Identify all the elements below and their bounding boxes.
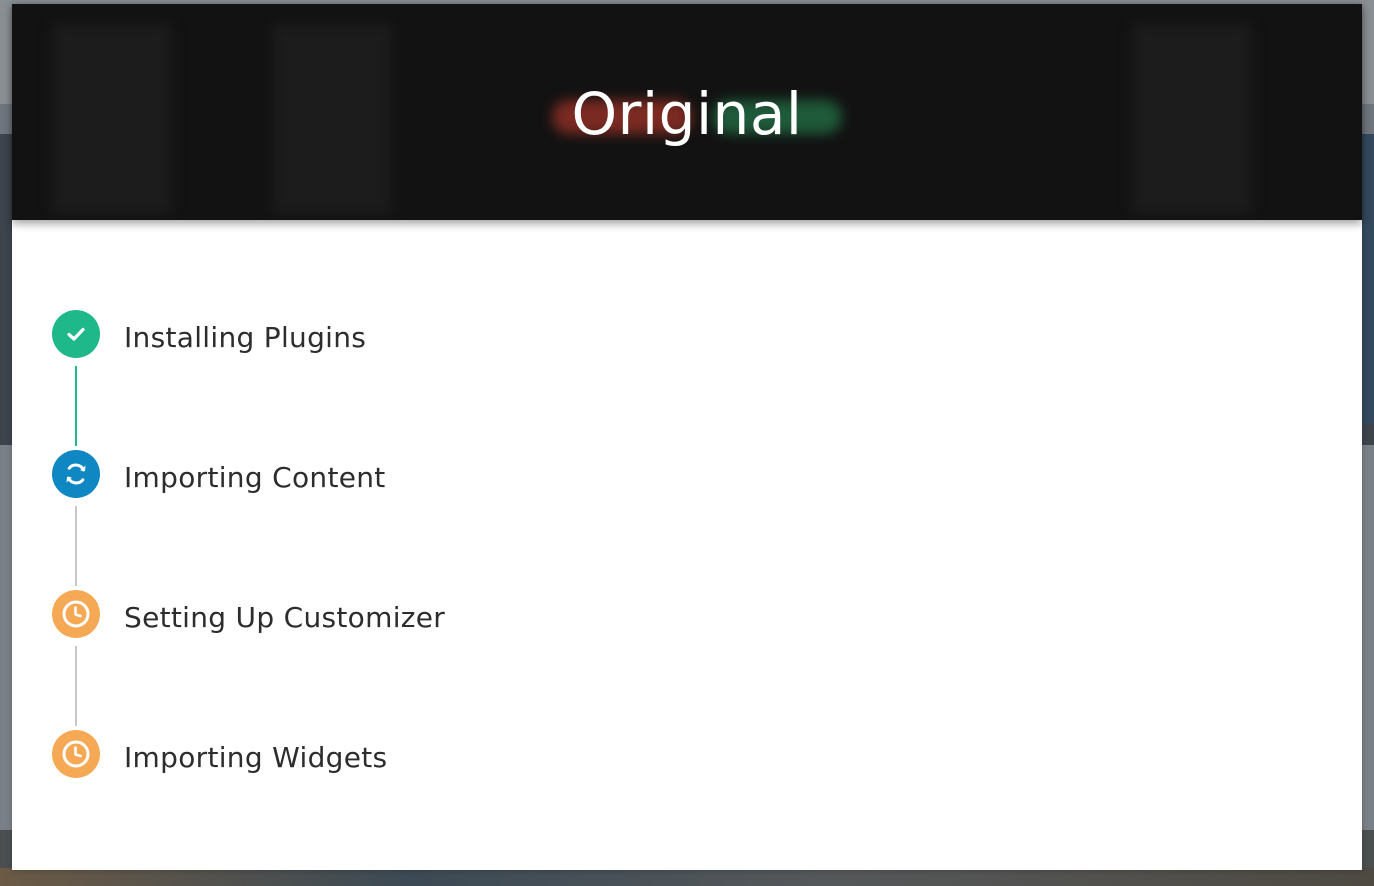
step-label: Setting Up Customizer <box>124 601 446 634</box>
step-label: Importing Content <box>124 461 386 494</box>
modal-header: Original <box>12 4 1362 220</box>
step-label: Installing Plugins <box>124 321 367 354</box>
step-installing-plugins: Installing Plugins <box>52 310 445 450</box>
backdrop-bottom-strip <box>0 868 1374 886</box>
step-label: Importing Widgets <box>124 741 388 774</box>
clock-icon <box>52 590 100 638</box>
modal-title: Original <box>571 80 803 148</box>
step-connector <box>75 506 77 586</box>
import-steps-list: Installing Plugins Importing Content Set… <box>52 310 445 870</box>
step-connector <box>75 646 77 726</box>
check-icon <box>52 310 100 358</box>
step-connector <box>75 366 77 446</box>
step-setting-up-customizer: Setting Up Customizer <box>52 590 445 730</box>
import-progress-modal: Original Installing Plugins Importing Co… <box>12 4 1362 870</box>
sync-icon <box>52 450 100 498</box>
step-importing-content: Importing Content <box>52 450 445 590</box>
step-importing-widgets: Importing Widgets <box>52 730 445 870</box>
clock-icon <box>52 730 100 778</box>
